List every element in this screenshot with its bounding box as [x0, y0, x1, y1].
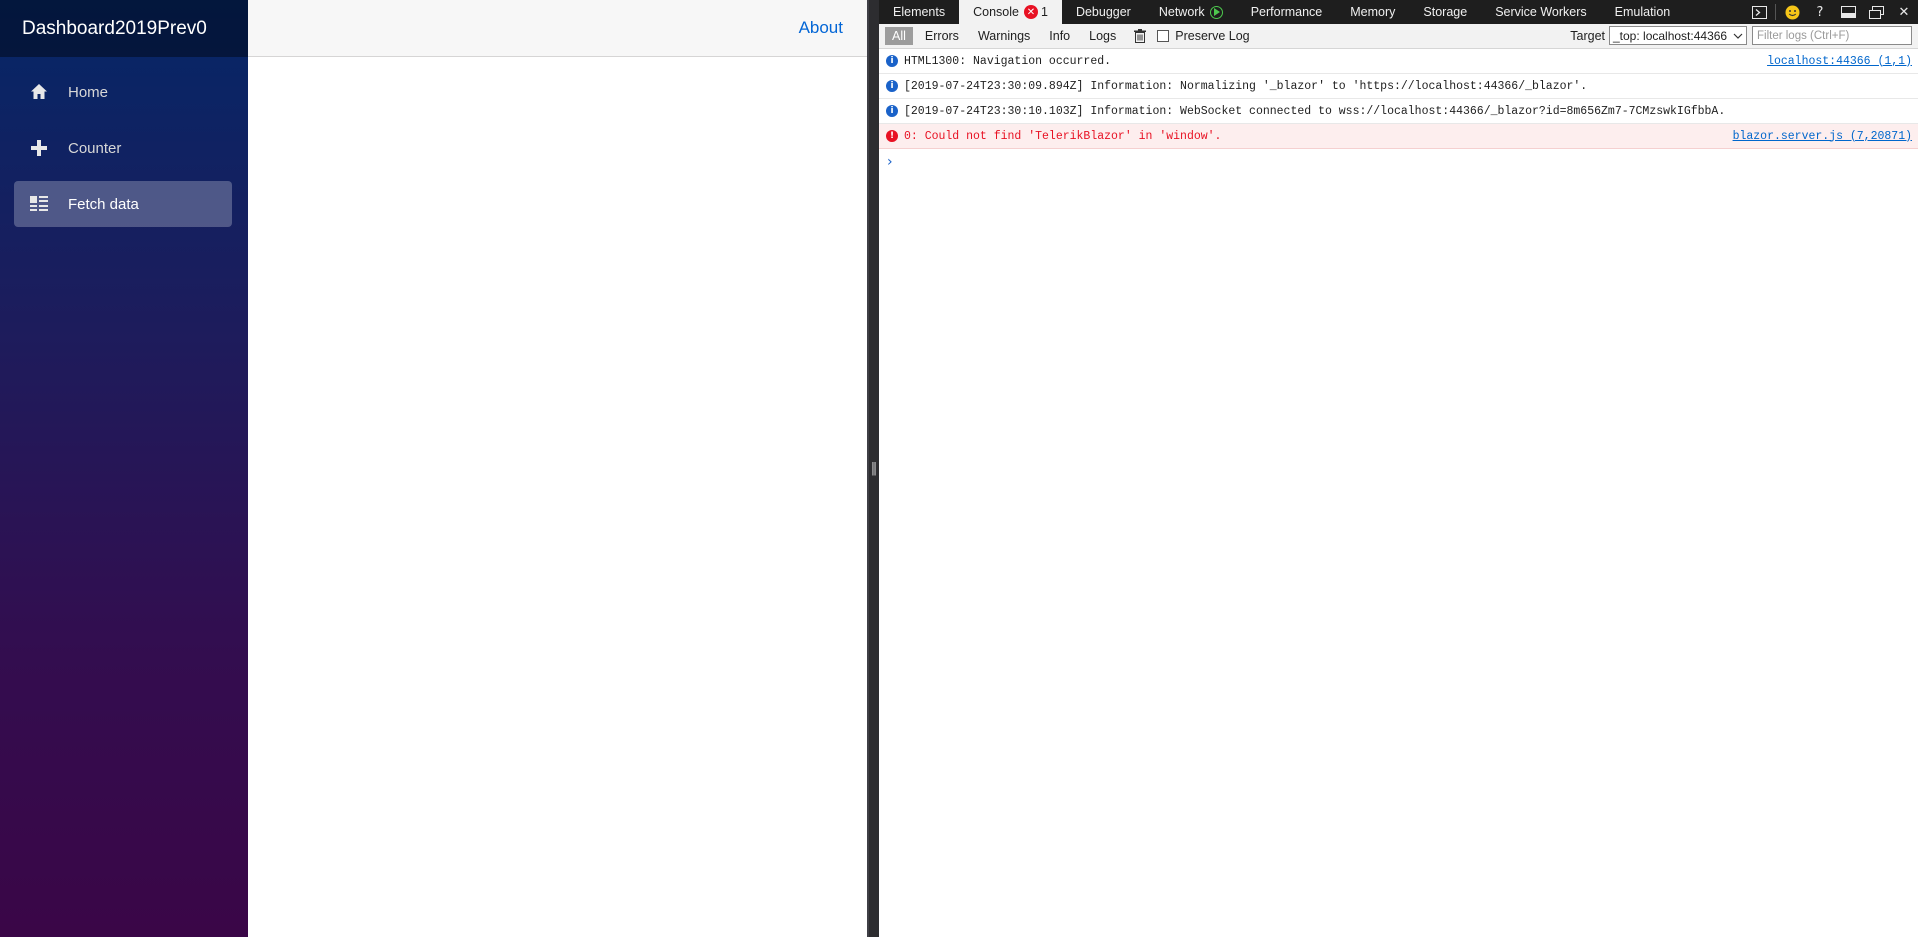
log-message: HTML1300: Navigation occurred.: [904, 54, 1112, 68]
top-row: About: [248, 0, 867, 57]
help-icon[interactable]: ?: [1806, 0, 1834, 24]
tab-memory[interactable]: Memory: [1336, 0, 1409, 24]
log-message: [2019-07-24T23:30:09.894Z] Information: …: [904, 79, 1588, 93]
log-row[interactable]: i HTML1300: Navigation occurred. localho…: [879, 49, 1918, 74]
filter-logs-input[interactable]: [1752, 26, 1912, 45]
info-icon: i: [886, 80, 898, 92]
log-message: 0: Could not find 'TelerikBlazor' in 'wi…: [904, 129, 1222, 143]
brand-title[interactable]: Dashboard2019Prev0: [22, 18, 207, 40]
nav-item-fetch-data[interactable]: Fetch data: [14, 181, 232, 227]
dock-bottom-icon[interactable]: [1834, 0, 1862, 24]
preserve-log-label[interactable]: Preserve Log: [1175, 29, 1249, 43]
info-icon: i: [886, 55, 898, 67]
log-row[interactable]: i [2019-07-24T23:30:10.103Z] Information…: [879, 99, 1918, 124]
tab-service-workers[interactable]: Service Workers: [1481, 0, 1600, 24]
console-error-count: 1: [1040, 5, 1048, 19]
devtools-tab-bar: Elements Console ✕ 1 Debugger Network Pe…: [879, 0, 1918, 24]
console-toggle-icon[interactable]: [1745, 0, 1773, 24]
about-link[interactable]: About: [799, 18, 843, 38]
devtools-window-tools: ? ✕: [1745, 0, 1918, 24]
tab-storage[interactable]: Storage: [1409, 0, 1481, 24]
target-select-value: _top: localhost:44366: [1613, 28, 1728, 43]
log-message: [2019-07-24T23:30:10.103Z] Information: …: [904, 104, 1726, 118]
nav-item-label: Counter: [68, 139, 122, 157]
console-toolbar: All Errors Warnings Info Logs Preserve L…: [879, 24, 1918, 49]
app-page: Dashboard2019Prev0 Home Counter Fetch da…: [0, 0, 867, 937]
list-icon: [28, 193, 50, 215]
nav-item-label: Home: [68, 83, 109, 101]
splitter-grip-icon[interactable]: ‖: [871, 461, 878, 476]
tab-debugger[interactable]: Debugger: [1062, 0, 1145, 24]
clear-console-trash-icon[interactable]: [1131, 27, 1149, 45]
devtools-panel: Elements Console ✕ 1 Debugger Network Pe…: [879, 0, 1918, 937]
filter-logs-button[interactable]: Logs: [1082, 27, 1123, 45]
info-icon: i: [886, 105, 898, 117]
tab-network[interactable]: Network: [1145, 0, 1237, 24]
filter-all-button[interactable]: All: [885, 27, 913, 45]
target-select[interactable]: _top: localhost:44366: [1609, 26, 1747, 45]
error-icon: !: [886, 130, 898, 142]
log-source-link[interactable]: blazor.server.js (7,20871): [1733, 130, 1912, 143]
brand-bar: Dashboard2019Prev0: [0, 0, 248, 57]
log-row-error[interactable]: ! 0: Could not find 'TelerikBlazor' in '…: [879, 124, 1918, 149]
error-x-icon: ✕: [1023, 5, 1038, 19]
tab-console[interactable]: Console ✕ 1: [959, 0, 1062, 24]
undock-icon[interactable]: [1862, 0, 1890, 24]
console-log-list: i HTML1300: Navigation occurred. localho…: [879, 49, 1918, 174]
close-icon[interactable]: ✕: [1890, 0, 1918, 24]
plus-icon: [28, 137, 50, 159]
toolbar-divider: [1775, 4, 1776, 20]
log-row[interactable]: i [2019-07-24T23:30:09.894Z] Information…: [879, 74, 1918, 99]
console-input-prompt[interactable]: ›: [879, 149, 1918, 174]
preserve-log-checkbox[interactable]: [1157, 30, 1170, 42]
chevron-down-icon: [1733, 33, 1743, 39]
filter-info-button[interactable]: Info: [1042, 27, 1077, 45]
tab-emulation[interactable]: Emulation: [1601, 0, 1685, 24]
target-group: Target _top: localhost:44366: [1570, 26, 1912, 45]
nav-item-home[interactable]: Home: [14, 69, 232, 115]
sidebar: Dashboard2019Prev0 Home Counter Fetch da…: [0, 0, 248, 937]
home-icon: [28, 81, 50, 103]
nav-item-label: Fetch data: [68, 195, 139, 213]
filter-warnings-button[interactable]: Warnings: [971, 27, 1037, 45]
nav-menu: Home Counter Fetch data: [0, 57, 248, 227]
feedback-smiley-icon[interactable]: [1778, 0, 1806, 24]
log-source-link[interactable]: localhost:44366 (1,1): [1767, 55, 1912, 68]
tab-elements[interactable]: Elements: [879, 0, 959, 24]
filter-errors-button[interactable]: Errors: [918, 27, 966, 45]
nav-item-counter[interactable]: Counter: [14, 125, 232, 171]
record-play-icon[interactable]: [1209, 5, 1223, 19]
target-label: Target: [1570, 28, 1605, 43]
tab-performance[interactable]: Performance: [1237, 0, 1337, 24]
prompt-chevron-icon: ›: [887, 153, 893, 170]
devtools-splitter[interactable]: ‖: [867, 0, 879, 937]
